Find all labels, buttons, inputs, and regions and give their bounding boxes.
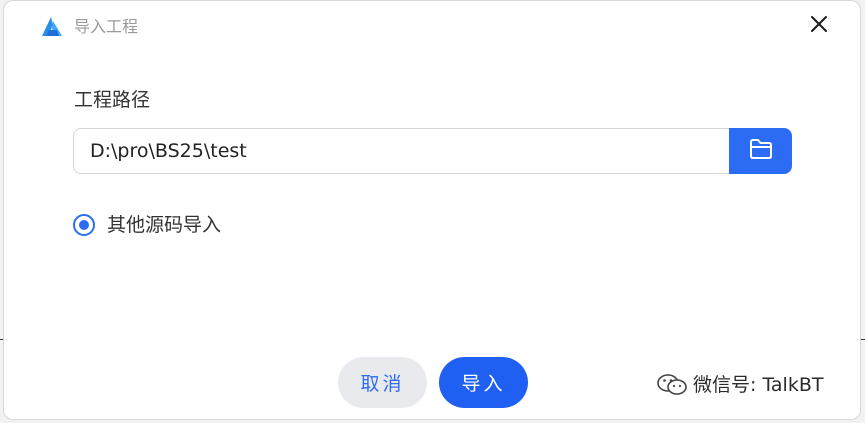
project-path-row xyxy=(73,128,792,174)
radio-selected-dot xyxy=(79,220,89,230)
radio-button[interactable] xyxy=(73,214,95,236)
close-button[interactable] xyxy=(804,11,834,41)
wechat-icon xyxy=(655,372,689,398)
import-button[interactable]: 导入 xyxy=(439,357,528,408)
import-project-dialog: 导入工程 工程路径 其他源码导入 取消 导入 xyxy=(3,0,861,420)
other-source-import-option[interactable]: 其他源码导入 xyxy=(73,212,221,238)
folder-icon xyxy=(748,138,774,164)
title-bar: 导入工程 xyxy=(4,1,860,53)
close-icon xyxy=(809,14,829,38)
radio-label: 其他源码导入 xyxy=(107,214,222,236)
app-logo-icon xyxy=(40,15,64,39)
project-path-input[interactable] xyxy=(73,128,729,174)
watermark-text: 微信号: TalkBT xyxy=(693,374,824,396)
cancel-button[interactable]: 取消 xyxy=(338,357,427,408)
watermark: 微信号: TalkBT xyxy=(655,372,823,398)
browse-folder-button[interactable] xyxy=(729,128,792,174)
window-title: 导入工程 xyxy=(74,17,139,36)
project-path-label: 工程路径 xyxy=(74,89,151,111)
